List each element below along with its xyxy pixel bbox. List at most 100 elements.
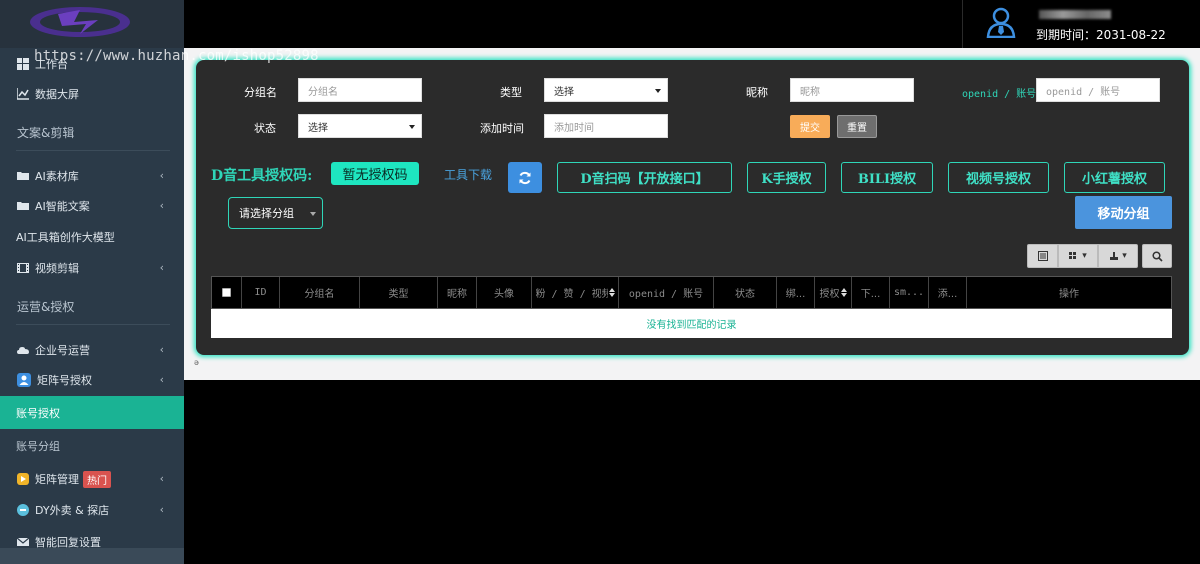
column-header-auth[interactable]: 授权 <box>815 277 852 308</box>
search-icon <box>1151 250 1163 262</box>
column-header-sm[interactable]: sm... <box>890 277 929 308</box>
cloud-icon <box>17 344 29 356</box>
sidebar-section-copywriting: 文案&剪辑 <box>17 126 75 140</box>
column-header-openid[interactable]: openid / 账号 <box>619 277 714 308</box>
sidebar-item-ai-toolbox[interactable]: AI工具箱创作大模型 <box>0 222 184 252</box>
column-header-added[interactable]: 添... <box>929 277 967 308</box>
caret-down-icon <box>409 125 415 129</box>
filter-group-label: 分组名 <box>244 86 277 99</box>
video-account-auth-button[interactable]: 视频号授权 <box>948 162 1049 193</box>
caret-down-icon <box>655 89 661 93</box>
column-header-type[interactable]: 类型 <box>360 277 438 308</box>
xiaohongshu-auth-button[interactable]: 小红薯授权 <box>1064 162 1165 193</box>
sidebar-item-matrix-auth[interactable]: 矩阵号授权 ‹ <box>0 365 184 395</box>
select-all-checkbox[interactable] <box>222 288 231 297</box>
top-header: 到期时间：2031-08-22 <box>184 0 1200 48</box>
group-select-value: 请选择分组 <box>239 207 294 220</box>
chevron-left-icon: ‹ <box>159 503 164 516</box>
user-icon <box>986 7 1016 38</box>
logo-icon <box>30 7 130 37</box>
sort-icon <box>608 288 615 297</box>
sidebar-item-account-auth[interactable]: 账号授权 <box>0 396 184 429</box>
logo-area <box>0 0 184 48</box>
sidebar-item-label: 矩阵管理 <box>35 473 79 486</box>
sidebar-item-label: 视频剪辑 <box>35 262 79 275</box>
filter-type-select[interactable]: 选择 <box>544 78 668 102</box>
column-header-stats[interactable]: 粉 / 赞 / 视频 <box>532 277 619 308</box>
filter-type-label: 类型 <box>500 86 522 99</box>
column-select-all[interactable] <box>212 277 242 308</box>
caret-down-icon: ▾ <box>1082 251 1087 261</box>
app-root: 工作台 数据大屏 文案&剪辑 AI素材库 ‹ AI智能文案 ‹ AI工具箱创作大… <box>0 0 1200 564</box>
sidebar-item-video-edit[interactable]: 视频剪辑 ‹ <box>0 253 184 283</box>
columns-button[interactable]: ▾ <box>1058 244 1098 268</box>
sidebar-section-operation: 运营&授权 <box>17 300 75 314</box>
chevron-left-icon: ‹ <box>159 343 164 356</box>
column-header-nickname[interactable]: 昵称 <box>438 277 477 308</box>
filter-group-input[interactable]: 分组名 <box>298 78 422 102</box>
shopping-icon <box>17 473 29 485</box>
group-select[interactable]: 请选择分组 <box>228 197 323 229</box>
chevron-left-icon: ‹ <box>159 373 164 386</box>
no-auth-code-badge: 暂无授权码 <box>331 162 419 185</box>
table-search-button[interactable] <box>1142 244 1172 268</box>
sidebar-item-ai-copy[interactable]: AI智能文案 ‹ <box>0 191 184 221</box>
expire-date: 到期时间：2031-08-22 <box>1036 28 1166 42</box>
kuaishou-auth-button[interactable]: K手授权 <box>747 162 826 193</box>
export-button[interactable]: ▾ <box>1098 244 1138 268</box>
column-header-bind[interactable]: 绑... <box>777 277 815 308</box>
sidebar-item-label: 账号分组 <box>16 440 60 453</box>
column-header-actions[interactable]: 操作 <box>967 277 1171 308</box>
sidebar-item-matrix-manage[interactable]: 矩阵管理 热门 ‹ <box>0 464 184 494</box>
reset-button[interactable]: 重置 <box>837 115 877 138</box>
sidebar-item-label: 企业号运营 <box>35 344 90 357</box>
filter-status-select[interactable]: 选择 <box>298 114 422 138</box>
sidebar-item-label: AI素材库 <box>35 170 79 183</box>
sidebar-item-label: AI智能文案 <box>35 200 90 213</box>
sidebar-divider <box>16 150 170 151</box>
chart-icon <box>16 88 29 100</box>
sidebar-item-data-screen[interactable]: 数据大屏 <box>0 79 184 109</box>
sidebar-item-enterprise[interactable]: 企业号运营 ‹ <box>0 335 184 365</box>
export-icon <box>1110 252 1119 260</box>
sidebar-item-dy-takeout[interactable]: DY外卖 & 探店 ‹ <box>0 495 184 525</box>
column-header-avatar[interactable]: 头像 <box>477 277 532 308</box>
chevron-left-icon: ‹ <box>159 261 164 274</box>
hot-badge: 热门 <box>83 470 111 488</box>
column-header-group[interactable]: 分组名 <box>280 277 360 308</box>
sidebar-item-ai-materials[interactable]: AI素材库 ‹ <box>0 161 184 191</box>
column-header-status[interactable]: 状态 <box>714 277 777 308</box>
list-icon <box>1037 251 1048 261</box>
sidebar-item-label: 矩阵号授权 <box>37 374 92 387</box>
folder-icon <box>17 170 29 182</box>
tool-download-link[interactable]: 工具下载 <box>444 166 492 183</box>
data-table: ID 分组名 类型 昵称 头像 粉 / 赞 / 视频 openid / 账号 状… <box>211 276 1172 338</box>
filter-nickname-input[interactable]: 昵称 <box>790 78 914 102</box>
sidebar-item-label: AI工具箱创作大模型 <box>16 231 115 244</box>
caret-down-icon: ▾ <box>1122 251 1127 261</box>
filter-status-label: 状态 <box>254 122 276 135</box>
folder-icon <box>17 200 29 212</box>
sidebar-divider <box>16 324 170 325</box>
filter-added-input[interactable]: 添加时间 <box>544 114 668 138</box>
filter-status-value: 选择 <box>308 122 328 134</box>
bili-auth-button[interactable]: BILI授权 <box>841 162 933 193</box>
toggle-view-button[interactable] <box>1027 244 1058 268</box>
sidebar: 工作台 数据大屏 文案&剪辑 AI素材库 ‹ AI智能文案 ‹ AI工具箱创作大… <box>0 0 184 564</box>
windows-icon <box>17 58 29 70</box>
move-group-button[interactable]: 移动分组 <box>1075 196 1172 229</box>
dy-scan-button[interactable]: D音扫码【开放接口】 <box>557 162 732 193</box>
refresh-icon <box>519 171 531 184</box>
chevron-left-icon: ‹ <box>159 169 164 182</box>
sidebar-item-label: 数据大屏 <box>35 88 79 101</box>
refresh-button[interactable] <box>508 162 542 193</box>
grid-icon <box>1069 252 1077 259</box>
filter-openid-label: openid / 账号 <box>962 89 1037 100</box>
user-area[interactable]: 到期时间：2031-08-22 <box>962 0 1200 48</box>
column-header-download[interactable]: 下... <box>852 277 890 308</box>
submit-button[interactable]: 提交 <box>790 115 830 138</box>
mail-icon <box>16 536 30 548</box>
column-header-id[interactable]: ID <box>242 277 280 308</box>
sidebar-item-account-group[interactable]: 账号分组 <box>0 431 184 461</box>
filter-openid-input[interactable]: openid / 账号 <box>1036 78 1160 102</box>
